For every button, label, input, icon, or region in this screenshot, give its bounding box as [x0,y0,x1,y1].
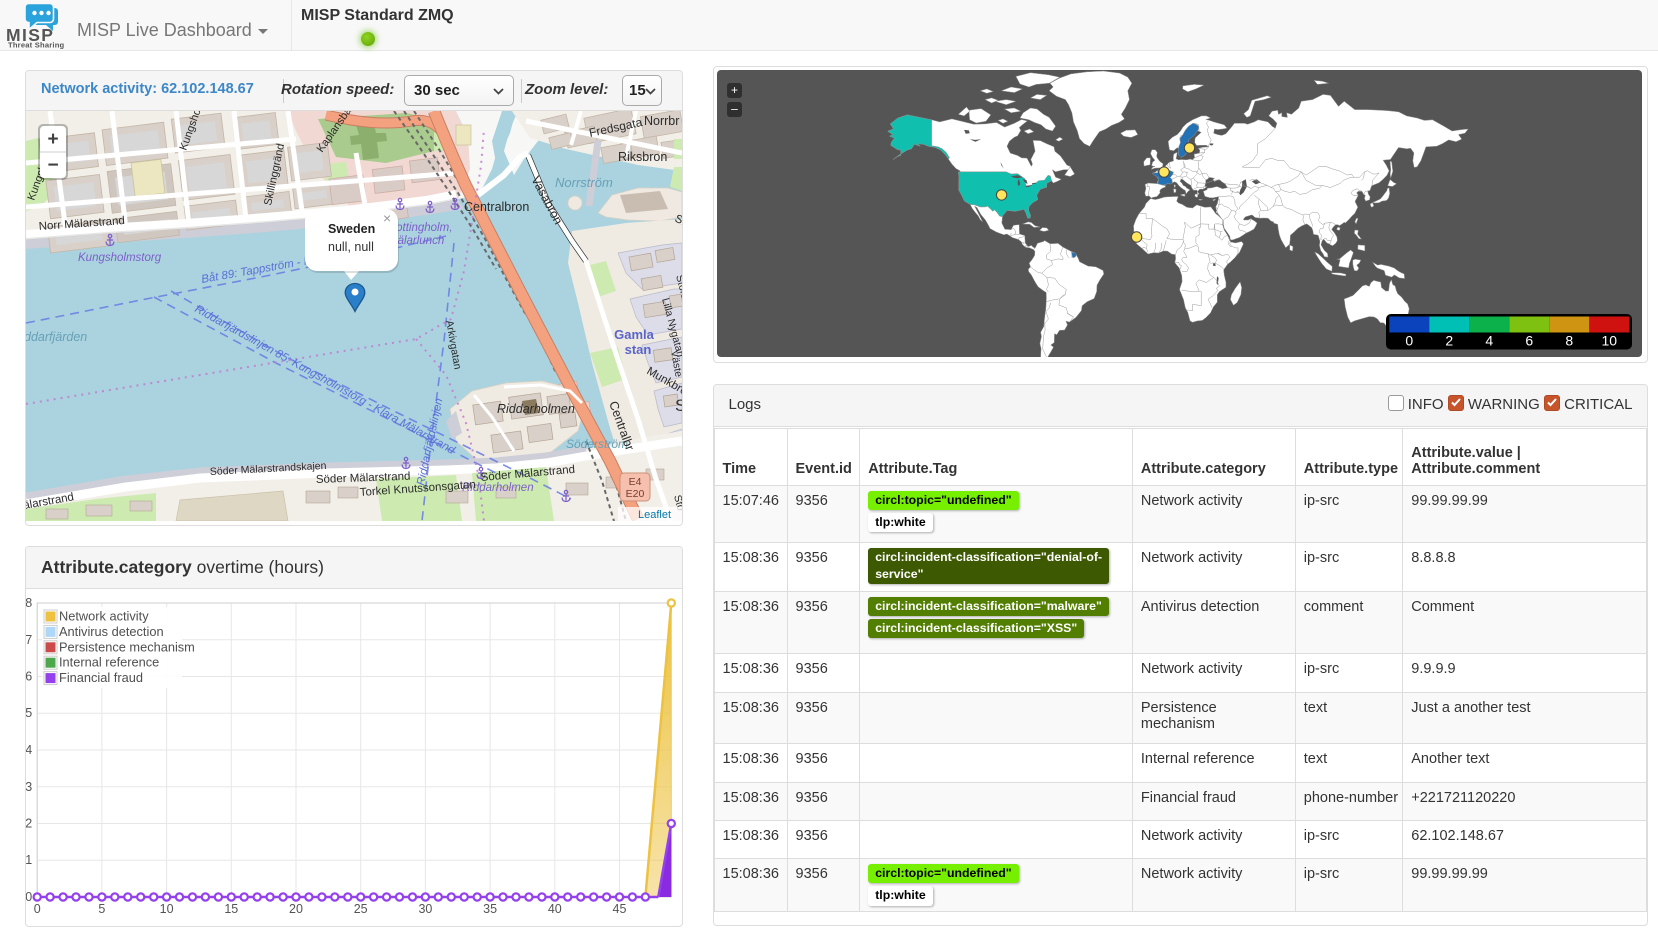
svg-text:0: 0 [26,890,32,904]
svg-text:ddarfjärden: ddarfjärden [26,330,87,344]
svg-text:10: 10 [160,902,174,916]
svg-text:–: – [731,102,738,116]
svg-text:Persistence mechanism: Persistence mechanism [59,639,195,654]
svg-text:E20: E20 [626,488,645,500]
svg-text:−: − [47,155,58,176]
svg-text:Gamla: Gamla [614,327,655,342]
svg-text:stan: stan [625,342,652,357]
svg-text:Riksbron: Riksbron [618,150,667,164]
svg-text:5: 5 [98,902,105,916]
svg-text:20: 20 [289,902,303,916]
svg-text:15: 15 [224,902,238,916]
svg-text:6: 6 [26,670,32,684]
svg-text:null, null: null, null [328,240,374,254]
svg-text:+: + [730,83,737,97]
svg-text:×: × [383,210,391,226]
svg-text:Söderström: Söderström [566,437,628,451]
svg-text:Norrström: Norrström [555,175,613,190]
svg-text:4: 4 [26,743,32,757]
svg-text:Antivirus detection: Antivirus detection [59,624,164,639]
svg-text:7: 7 [26,633,32,647]
svg-text:Internal reference: Internal reference [59,655,159,670]
svg-text:S: S [675,396,682,415]
svg-text:40: 40 [548,902,562,916]
svg-text:Norrbr: Norrbr [644,114,679,128]
svg-text:10: 10 [1601,333,1617,349]
svg-text:2: 2 [1445,333,1453,349]
svg-text:25: 25 [354,902,368,916]
svg-text:45: 45 [613,902,627,916]
svg-text:2: 2 [26,817,32,831]
svg-text:E4: E4 [629,476,642,488]
svg-text:Threat Sharing: Threat Sharing [8,41,65,50]
svg-text:Centralbron: Centralbron [464,200,529,214]
svg-text:0: 0 [1405,333,1413,349]
svg-text:Network activity: Network activity [59,609,149,624]
svg-text:Sweden: Sweden [328,222,375,236]
svg-text:4: 4 [1485,333,1493,349]
svg-text:1: 1 [26,853,32,867]
svg-text:8: 8 [1565,333,1573,349]
svg-text:3: 3 [26,780,32,794]
svg-text:+: + [47,129,58,150]
svg-text:35: 35 [483,902,497,916]
svg-text:Riddarholmen: Riddarholmen [497,402,575,416]
svg-text:5: 5 [26,706,32,720]
svg-text:8: 8 [26,596,32,610]
svg-text:0: 0 [34,902,41,916]
svg-text:30: 30 [418,902,432,916]
svg-text:Kungsholmstorg: Kungsholmstorg [78,252,162,264]
svg-text:Financial fraud: Financial fraud [59,670,143,685]
svg-text:6: 6 [1525,333,1533,349]
svg-text:Leaflet: Leaflet [638,509,671,521]
